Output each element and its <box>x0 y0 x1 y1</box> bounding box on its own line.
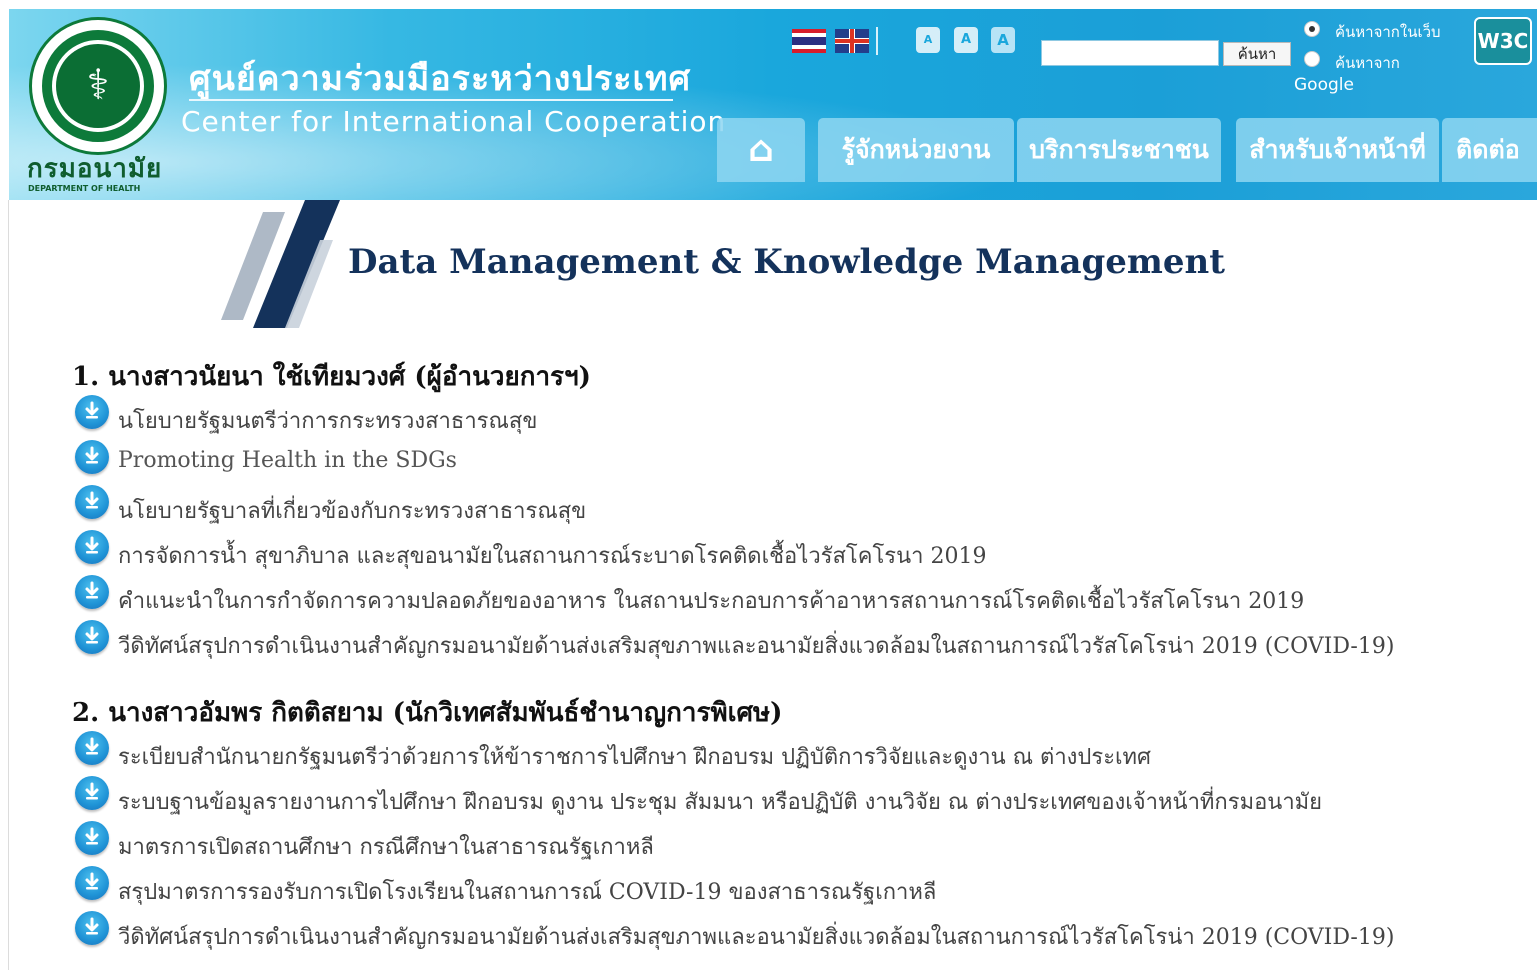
uk-flag-icon[interactable] <box>835 29 869 53</box>
top-strip <box>0 0 1537 9</box>
download-icon[interactable] <box>75 485 109 519</box>
font-size-medium-button[interactable]: A <box>954 27 978 53</box>
w3c-badge[interactable]: W3C <box>1474 17 1532 65</box>
site-header: ⚕ กรมอนามัย DEPARTMENT OF HEALTH ศูนย์คว… <box>9 9 1537 200</box>
page-title: Data Management & Knowledge Management <box>348 242 1225 282</box>
nav-home-button[interactable]: ⌂ <box>717 118 805 182</box>
download-icon[interactable] <box>75 821 109 855</box>
search-site-radio[interactable] <box>1304 21 1320 37</box>
google-label: Google <box>1294 75 1354 95</box>
content-left-border <box>8 200 9 970</box>
site-title-en: Center for International Cooperation <box>181 105 727 138</box>
title-stripes-decoration <box>221 200 340 328</box>
section-heading: 1. นางสาวนัยนา ใช้เทียมวงศ์ (ผู้อำนวยการ… <box>72 362 591 392</box>
download-link[interactable]: ระเบียบสำนักนายกรัฐมนตรีว่าด้วยการให้ข้า… <box>118 739 1151 774</box>
download-icon[interactable] <box>75 866 109 900</box>
download-link[interactable]: Promoting Health in the SDGs <box>118 448 457 473</box>
download-link[interactable]: วีดิทัศน์สรุปการดำเนินงานสำคัญกรมอนามัยด… <box>118 919 1394 954</box>
download-icon[interactable] <box>75 620 109 654</box>
language-divider <box>876 27 878 55</box>
font-size-small-button[interactable]: A <box>916 27 940 53</box>
home-icon: ⌂ <box>748 129 774 170</box>
search-input[interactable] <box>1041 40 1219 66</box>
site-title-th: ศูนย์ความร่วมมือระหว่างประเทศ <box>189 59 692 99</box>
section-heading: 2. นางสาวอัมพร กิตติสยาม (นักวิเทศสัมพัน… <box>72 698 783 728</box>
download-icon[interactable] <box>75 776 109 810</box>
ministry-seal-logo[interactable]: ⚕ <box>29 17 167 155</box>
download-icon[interactable] <box>75 395 109 429</box>
search-google-radio[interactable] <box>1304 51 1320 67</box>
download-link[interactable]: สรุปมาตรการรองรับการเปิดโรงเรียนในสถานกา… <box>118 874 936 909</box>
nav-staff[interactable]: สำหรับเจ้าหน้าที่ <box>1236 118 1439 182</box>
nav-public-services[interactable]: บริการประชาชน <box>1017 118 1221 182</box>
download-link[interactable]: การจัดการน้ำ สุขาภิบาล และสุขอนามัยในสถา… <box>118 538 986 573</box>
search-button[interactable]: ค้นหา <box>1223 42 1291 66</box>
download-icon[interactable] <box>75 440 109 474</box>
download-link[interactable]: นโยบายรัฐมนตรีว่าการกระทรวงสาธารณสุข <box>118 403 537 438</box>
download-icon[interactable] <box>75 575 109 609</box>
caduceus-icon: ⚕ <box>86 60 110 109</box>
download-link[interactable]: นโยบายรัฐบาลที่เกี่ยวข้องกับกระทรวงสาธาร… <box>118 493 586 528</box>
nav-about[interactable]: รู้จักหน่วยงาน <box>818 118 1014 182</box>
download-link[interactable]: มาตรการเปิดสถานศึกษา กรณีศึกษาในสาธารณรั… <box>118 829 654 864</box>
department-name-th: กรมอนามัย <box>27 154 163 184</box>
download-icon[interactable] <box>75 911 109 945</box>
thai-flag-icon[interactable] <box>792 29 826 53</box>
department-name-en: DEPARTMENT OF HEALTH <box>28 184 141 193</box>
title-divider <box>189 99 673 101</box>
download-link[interactable]: วีดิทัศน์สรุปการดำเนินงานสำคัญกรมอนามัยด… <box>118 628 1394 663</box>
download-link[interactable]: คำแนะนำในการกำจัดการความปลอดภัยของอาหาร … <box>118 583 1304 618</box>
font-size-large-button[interactable]: A <box>991 27 1015 53</box>
download-icon[interactable] <box>75 530 109 564</box>
download-icon[interactable] <box>75 731 109 765</box>
nav-contact[interactable]: ติดต่อ <box>1442 118 1537 182</box>
search-google-label: ค้นหาจาก <box>1335 54 1400 72</box>
download-link[interactable]: ระบบฐานข้อมูลรายงานการไปศึกษา ฝึกอบรม ดู… <box>118 784 1322 819</box>
search-site-label: ค้นหาจากในเว็บ <box>1335 23 1441 41</box>
